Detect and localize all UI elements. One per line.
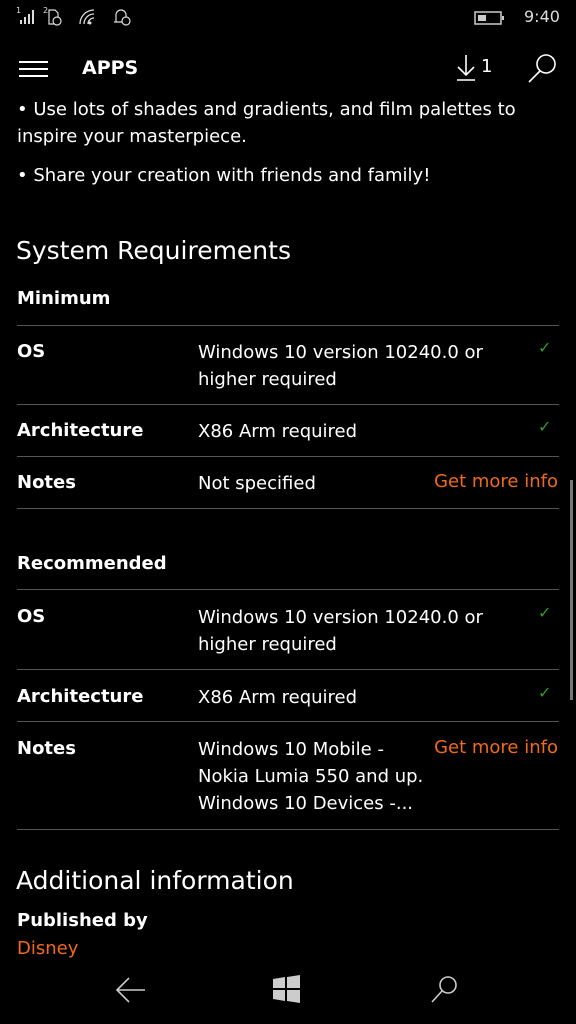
windows-icon[interactable] [273,975,301,1003]
description-bullet: • Share your creation with friends and f… [17,165,431,186]
battery-icon [474,11,504,25]
svg-text:1: 1 [16,6,21,15]
page-title: APPS [82,57,139,79]
minimum-heading: Minimum [17,288,111,309]
clock: 9:40 [524,7,560,26]
additional-info-title: Additional information [16,866,294,895]
search-icon[interactable] [527,52,559,84]
recommended-heading: Recommended [17,553,167,574]
divider [17,404,559,405]
req-label: Architecture [17,686,144,707]
req-value: Windows 10 Mobile - Nokia Lumia 550 and … [198,739,424,814]
divider [17,829,559,830]
system-requirements-title: System Requirements [16,236,291,265]
req-label: OS [17,606,46,627]
divider [17,589,559,590]
req-label: Notes [17,738,76,759]
search-icon[interactable] [430,974,460,1004]
status-bar: 1 2 9:40 [0,0,576,36]
scrollbar[interactable] [570,480,573,700]
req-value: Windows 10 version 10240.0 or higher req… [198,607,483,655]
req-label: Notes [17,472,76,493]
req-value: X86 Arm required [198,421,358,442]
get-more-info-link[interactable]: Get more info [434,471,558,492]
divider [17,325,559,326]
divider [17,508,559,509]
svg-text:2: 2 [43,6,48,15]
check-icon: ✓ [538,417,552,436]
app-header: APPS 1 [0,46,576,92]
back-icon[interactable] [115,976,147,1004]
status-icons: 1 2 [16,6,131,26]
divider [17,721,559,722]
req-value: X86 Arm required [198,687,358,708]
publisher-link[interactable]: Disney [17,938,78,958]
check-icon: ✓ [538,338,552,357]
divider [17,456,559,457]
download-icon [457,55,475,81]
check-icon: ✓ [538,603,552,622]
description-bullet: • Use lots of shades and gradients, and … [17,99,516,147]
get-more-info-link[interactable]: Get more info [434,737,558,758]
downloads-button[interactable]: 1 [455,52,495,84]
check-icon: ✓ [538,683,552,702]
divider [17,669,559,670]
req-value: Windows 10 version 10240.0 or higher req… [198,342,483,390]
req-label: OS [17,341,46,362]
req-label: Architecture [17,420,144,441]
published-by-label: Published by [17,910,148,931]
hamburger-icon[interactable] [19,60,49,78]
nav-bar [0,958,576,1024]
download-count: 1 [481,56,493,77]
